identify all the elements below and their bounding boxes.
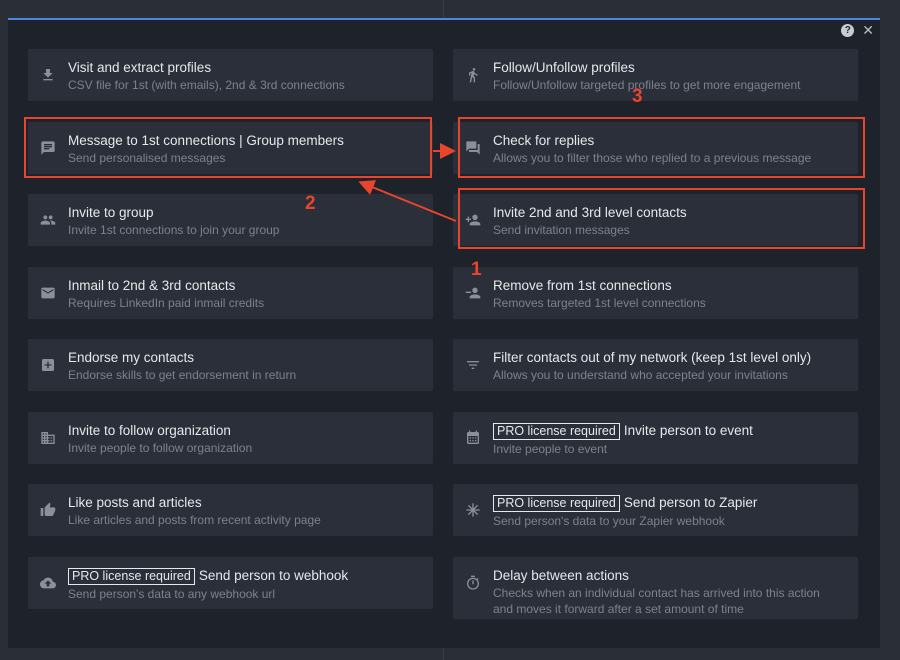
step-number-3: 3 <box>632 86 643 107</box>
annotation-arrows <box>358 143 457 222</box>
step-number-1: 1 <box>471 259 482 280</box>
step-number-2: 2 <box>305 193 316 214</box>
arrow-to-message <box>358 180 457 222</box>
